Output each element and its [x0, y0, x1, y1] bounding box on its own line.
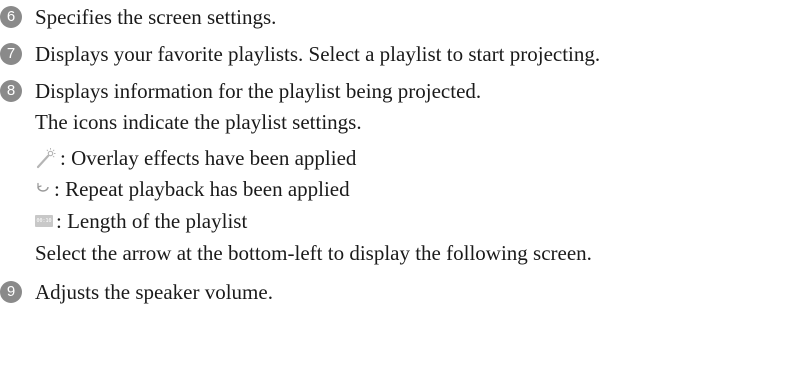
list-item-9: 9 Adjusts the speaker volume. [0, 278, 785, 308]
list-item-8: 8 Displays information for the playlist … [0, 77, 785, 107]
icon-legend-label: : Repeat playback has been applied [54, 177, 350, 202]
item-text: Displays your favorite playlists. Select… [35, 42, 601, 66]
item-text: Adjusts the speaker volume. [35, 280, 273, 304]
list-item-6: 6 Specifies the screen settings. [0, 3, 785, 33]
icon-legend-label: : Length of the playlist [56, 209, 248, 234]
item-number-badge: 9 [0, 281, 22, 303]
item-8-outro: Select the arrow at the bottom-left to d… [35, 241, 592, 265]
icon-legend-label: : Overlay effects have been applied [60, 146, 357, 171]
overlay-effects-icon [35, 147, 57, 169]
playlist-length-icon: 00:10 [35, 215, 53, 228]
item-number-badge: 8 [0, 80, 22, 102]
item-8-intro: The icons indicate the playlist settings… [35, 110, 362, 134]
item-number-badge: 6 [0, 6, 22, 28]
icon-legend-repeat: : Repeat playback has been applied [35, 173, 350, 203]
repeat-playback-icon [35, 181, 51, 197]
list-item-7: 7 Displays your favorite playlists. Sele… [0, 40, 785, 70]
item-text: Specifies the screen settings. [35, 5, 277, 29]
playlist-length-icon-text: 00:10 [36, 218, 52, 225]
item-number-badge: 7 [0, 43, 22, 65]
icon-legend-overlay: : Overlay effects have been applied [35, 142, 356, 172]
icon-legend-length: 00:10 : Length of the playlist [35, 205, 247, 235]
item-text: Displays information for the playlist be… [35, 79, 482, 103]
